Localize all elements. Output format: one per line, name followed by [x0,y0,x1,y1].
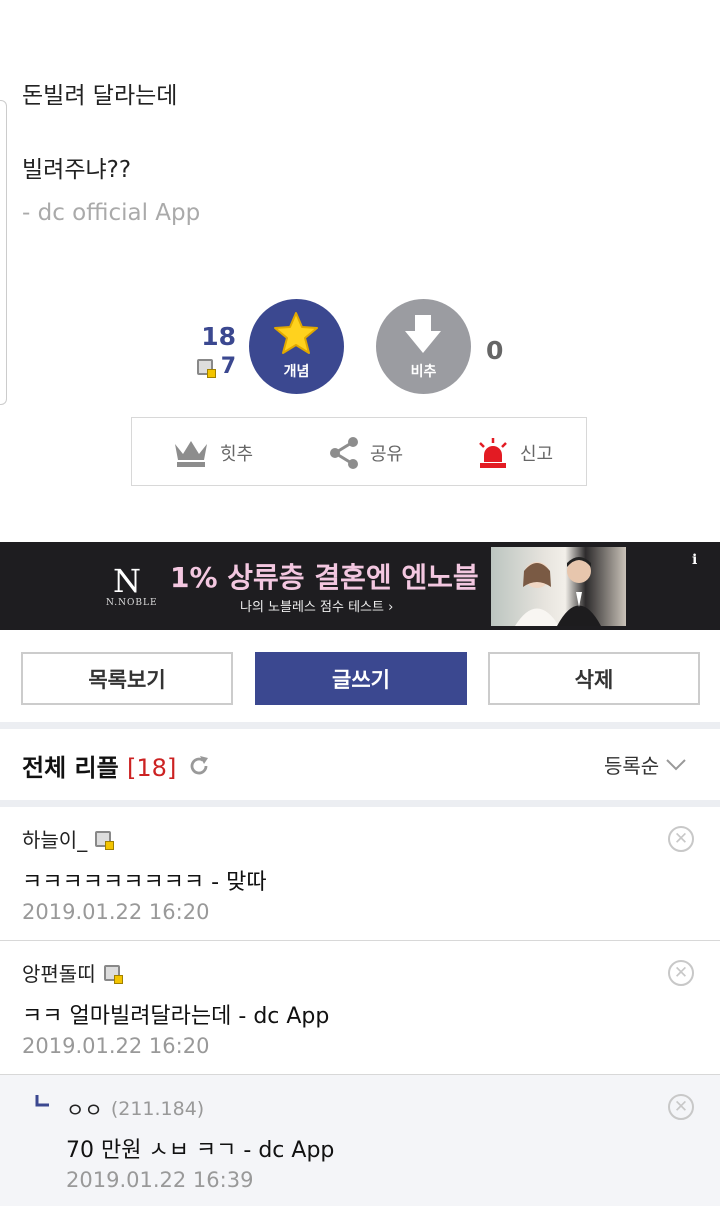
downvote-count: 0 [486,336,504,365]
refresh-icon[interactable] [187,754,211,778]
section-divider [0,722,720,729]
comment-nick-text: ㅇㅇ [66,1098,103,1122]
write-button[interactable]: 글쓰기 [255,652,467,705]
star-icon [274,312,318,354]
list-button[interactable]: 목록보기 [21,652,233,705]
crown-icon [175,440,207,467]
replies-count: [18] [127,754,177,782]
ad-subtitle: 나의 노블레스 점수 테스트 › [240,600,394,615]
replies-divider [0,800,720,807]
downvote-label: 비추 [410,364,437,380]
siren-icon [479,437,507,468]
fixed-user-icon [103,964,123,984]
fixed-upvote-number: 7 [220,354,236,379]
post-line-2: 빌려주냐?? [22,157,132,183]
delete-comment-icon[interactable]: ✕ [668,1094,694,1120]
reply-arrow-icon [35,1095,49,1107]
downvote-button[interactable]: 비추 [376,299,471,394]
post-line-1: 돈빌려 달라는데 [22,83,178,109]
sort-dropdown[interactable]: 등록순 [604,750,687,779]
replies-header: 전체 리플 [18] [22,748,211,783]
report-label: 신고 [520,443,554,465]
comment-nick: 앙편돌띠 [22,958,123,987]
comment-nick-text: 하늘이_ [22,828,88,852]
upvote-count: 18 [201,322,236,351]
comment-date: 2019.01.22 16:39 [66,1168,254,1192]
comment-ip: (211.184) [110,1097,205,1120]
comment-date: 2019.01.22 16:20 [22,900,210,924]
hit-label: 힛추 [220,443,254,465]
share-button[interactable]: 공유 [328,418,403,487]
hit-button[interactable]: 힛추 [172,418,253,487]
comment-nick: ㅇㅇ (211.184) [66,1094,204,1123]
comment-divider [0,940,720,941]
chevron-down-icon [666,758,686,770]
fixed-upvote-count: 7 [194,354,236,379]
sort-label: 등록순 [604,754,660,778]
comment-nick-text: 앙편돌띠 [22,962,96,986]
ad-logo-letter: N [113,562,141,600]
post-signature: - dc official App [22,200,201,226]
share-icon [330,436,358,469]
comment-text: ㅋㅋㅋㅋㅋㅋㅋㅋㅋ - 맞따 [22,870,267,895]
ad-info-button[interactable]: i [692,552,697,568]
post-actions: 힛추 공유 신고 [131,417,587,486]
ad-logo-text: N.NOBLE [106,598,158,608]
upvote-label: 개념 [283,364,310,380]
fixed-user-icon [197,359,217,378]
delete-comment-icon[interactable]: ✕ [668,960,694,986]
ad-headline: 1% 상류층 결혼엔 엔노블 [170,561,479,594]
report-button[interactable]: 신고 [476,418,553,487]
comment-text: 70 만원 ㅅㅂ ㅋㄱ - dc App [66,1138,335,1163]
comment-text: ㅋㅋ 얼마빌려달라는데 - dc App [22,1004,330,1029]
comment-date: 2019.01.22 16:20 [22,1034,210,1058]
comment-nick: 하늘이_ [22,824,115,853]
share-label: 공유 [370,443,404,465]
arrow-down-icon [405,315,441,353]
delete-comment-icon[interactable]: ✕ [668,826,694,852]
ad-couple-image [491,547,626,626]
upvote-button[interactable]: 개념 [249,299,344,394]
delete-button[interactable]: 삭제 [488,652,700,705]
fixed-user-icon [95,830,115,850]
replies-title: 전체 리플 [22,754,119,782]
side-panel-edge[interactable] [0,100,7,405]
